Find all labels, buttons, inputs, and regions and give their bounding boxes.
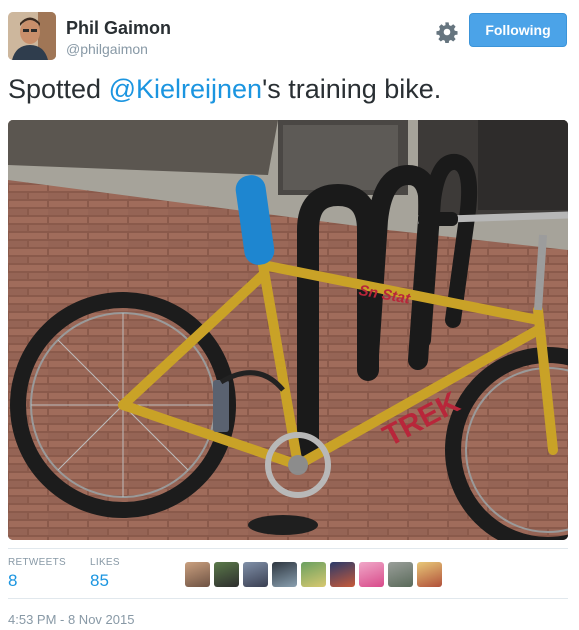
- stats-top-divider: [8, 548, 568, 549]
- photo-bike-icon: TREK Sn Stat: [8, 120, 568, 540]
- likes-label: LIKES: [90, 557, 120, 568]
- tweet-header: Phil Gaimon @philgaimon Following: [8, 12, 571, 62]
- tweet-text-before: Spotted: [8, 74, 109, 104]
- display-name[interactable]: Phil Gaimon: [66, 18, 171, 39]
- gear-icon[interactable]: [436, 21, 458, 44]
- liker-avatar[interactable]: [330, 562, 355, 587]
- liker-avatar[interactable]: [243, 562, 268, 587]
- liker-avatar[interactable]: [272, 562, 297, 587]
- tweet-text: Spotted @Kielreijnen's training bike.: [8, 74, 441, 105]
- liker-avatar[interactable]: [214, 562, 239, 587]
- stats-bottom-divider: [8, 598, 568, 599]
- tweet-stats: RETWEETS 8 LIKES 85: [8, 557, 568, 592]
- profile-photo-icon: [8, 12, 56, 60]
- liker-avatar[interactable]: [359, 562, 384, 587]
- tweet-text-after: 's training bike.: [262, 74, 442, 104]
- retweets-count: 8: [8, 571, 18, 590]
- liker-avatar[interactable]: [301, 562, 326, 587]
- retweets-stat[interactable]: RETWEETS 8: [8, 557, 66, 591]
- likes-count: 85: [90, 571, 109, 590]
- tweet-timestamp[interactable]: 4:53 PM - 8 Nov 2015: [8, 612, 134, 627]
- tweet-photo[interactable]: TREK Sn Stat: [8, 120, 568, 540]
- mention-link[interactable]: @Kielreijnen: [109, 74, 262, 104]
- likes-stat[interactable]: LIKES 85: [90, 557, 120, 591]
- liker-avatar[interactable]: [388, 562, 413, 587]
- avatar[interactable]: [8, 12, 56, 60]
- liker-avatar[interactable]: [185, 562, 210, 587]
- liker-avatar[interactable]: [417, 562, 442, 587]
- following-button[interactable]: Following: [469, 13, 567, 47]
- username[interactable]: @philgaimon: [66, 41, 148, 57]
- retweets-label: RETWEETS: [8, 557, 66, 568]
